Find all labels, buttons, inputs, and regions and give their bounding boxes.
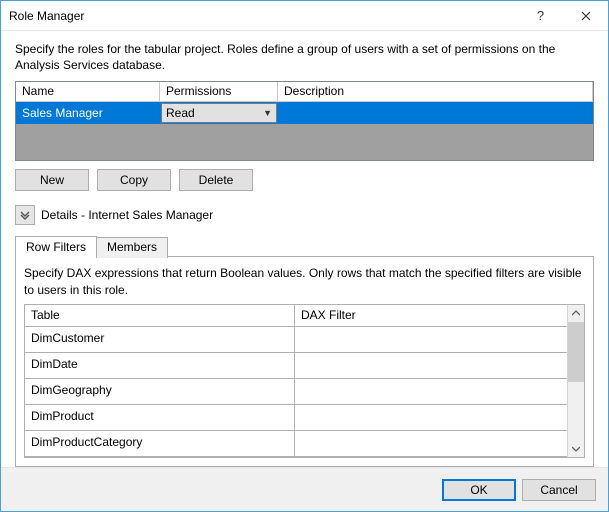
dax-filter-cell[interactable] — [295, 431, 567, 457]
roles-grid[interactable]: Name Permissions Description Sales Manag… — [15, 81, 594, 161]
scroll-down-button[interactable] — [568, 440, 584, 457]
chevron-down-icon: ▼ — [263, 108, 272, 118]
filter-table-header: Table DAX Filter — [25, 305, 567, 327]
dialog-description: Specify the roles for the tabular projec… — [15, 41, 594, 73]
titlebar: Role Manager ? — [1, 1, 608, 31]
tab-row-filters[interactable]: Row Filters — [15, 236, 97, 257]
scroll-up-button[interactable] — [568, 305, 584, 322]
tab-members[interactable]: Members — [96, 237, 168, 258]
table-row[interactable]: DimDate — [25, 353, 567, 379]
tab-strip: Row Filters Members — [15, 235, 594, 256]
role-buttons-row: New Copy Delete — [15, 169, 594, 191]
details-toggle[interactable] — [15, 205, 35, 225]
new-button[interactable]: New — [15, 169, 89, 191]
close-button[interactable] — [563, 1, 608, 31]
permission-select-value: Read — [166, 106, 195, 120]
dax-filter-cell[interactable] — [295, 353, 567, 379]
copy-button[interactable]: Copy — [97, 169, 171, 191]
table-row[interactable]: DimProductCategory — [25, 431, 567, 457]
column-header-name[interactable]: Name — [16, 82, 160, 101]
chevron-down-icon — [572, 446, 580, 452]
details-label: Details - Internet Sales Manager — [41, 208, 213, 222]
column-header-description[interactable]: Description — [278, 82, 593, 101]
window-title: Role Manager — [1, 9, 518, 23]
role-manager-dialog: Role Manager ? Specify the roles for the… — [0, 0, 609, 512]
table-name-cell[interactable]: DimProduct — [25, 405, 295, 431]
tabs-area: Row Filters Members Specify DAX expressi… — [15, 235, 594, 467]
filter-table-body: DimCustomer DimDate DimGeography — [25, 327, 567, 457]
table-row[interactable]: DimGeography — [25, 379, 567, 405]
scrollbar-thumb[interactable] — [568, 322, 584, 382]
filter-table[interactable]: Table DAX Filter DimCustomer DimDate — [25, 305, 567, 457]
dax-filter-cell[interactable] — [295, 405, 567, 431]
delete-button[interactable]: Delete — [179, 169, 253, 191]
role-permission-cell[interactable]: Read ▼ — [160, 102, 278, 124]
column-header-permissions[interactable]: Permissions — [160, 82, 278, 101]
roles-grid-row[interactable]: Sales Manager Read ▼ — [16, 102, 593, 124]
roles-grid-header: Name Permissions Description — [16, 82, 593, 102]
permission-select[interactable]: Read ▼ — [161, 103, 277, 123]
table-row[interactable]: DimProduct — [25, 405, 567, 431]
chevron-up-icon — [572, 310, 580, 316]
tab-pane-row-filters: Specify DAX expressions that return Bool… — [15, 256, 594, 467]
column-header-table[interactable]: Table — [25, 305, 295, 327]
row-filters-description: Specify DAX expressions that return Bool… — [24, 265, 585, 297]
column-header-dax[interactable]: DAX Filter — [295, 305, 567, 327]
content-area: Specify the roles for the tabular projec… — [1, 31, 608, 467]
table-name-cell[interactable]: DimCustomer — [25, 327, 295, 353]
table-name-cell[interactable]: DimGeography — [25, 379, 295, 405]
scrollbar-track[interactable] — [568, 382, 584, 440]
cancel-button[interactable]: Cancel — [522, 479, 596, 501]
table-row[interactable]: DimCustomer — [25, 327, 567, 353]
role-description-cell[interactable] — [278, 102, 593, 124]
dax-filter-cell[interactable] — [295, 327, 567, 353]
ok-button[interactable]: OK — [442, 479, 516, 501]
table-name-cell[interactable]: DimDate — [25, 353, 295, 379]
filter-table-wrap: Table DAX Filter DimCustomer DimDate — [24, 304, 585, 458]
close-icon — [581, 11, 591, 21]
role-name-cell[interactable]: Sales Manager — [16, 102, 160, 124]
help-button[interactable]: ? — [518, 1, 563, 31]
vertical-scrollbar[interactable] — [567, 305, 584, 457]
chevron-down-icon — [19, 209, 31, 221]
details-header: Details - Internet Sales Manager — [15, 205, 594, 225]
table-name-cell[interactable]: DimProductCategory — [25, 431, 295, 457]
dax-filter-cell[interactable] — [295, 379, 567, 405]
dialog-footer: OK Cancel — [1, 467, 608, 511]
